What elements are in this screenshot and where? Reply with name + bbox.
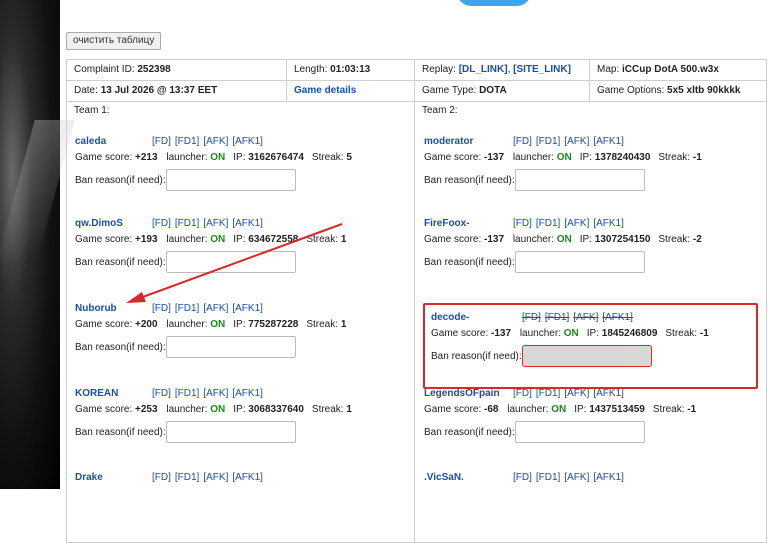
- annotation-arrow: [126, 223, 343, 303]
